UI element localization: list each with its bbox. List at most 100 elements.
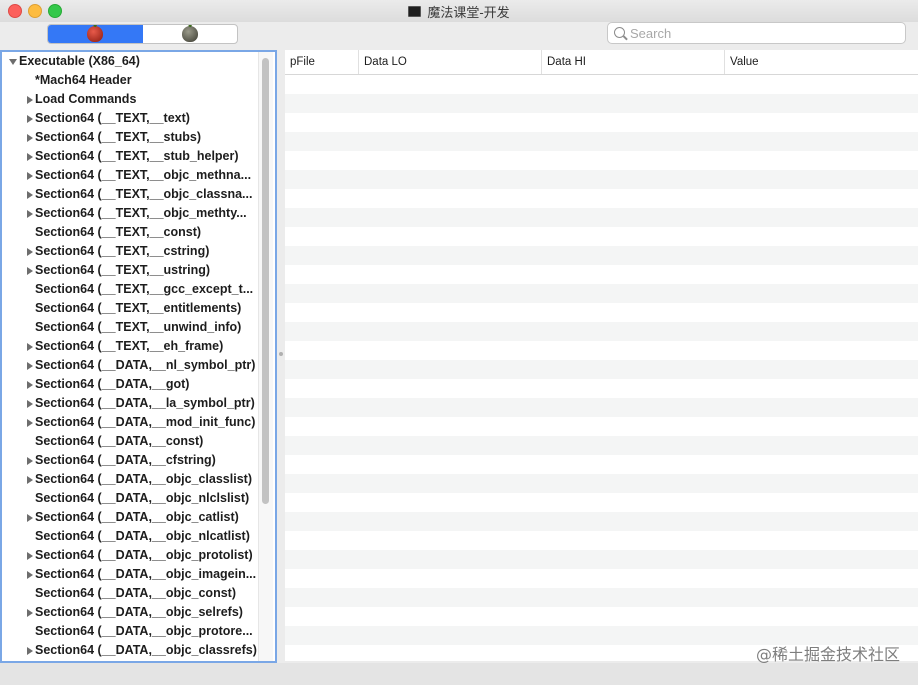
disclosure-triangle-icon[interactable] (27, 457, 33, 465)
tree-item[interactable]: Section64 (__TEXT,__entitlements) (2, 299, 275, 318)
tree-item[interactable]: Section64 (__DATA,__objc_nlclslist) (2, 489, 275, 508)
tree-item[interactable]: Section64 (__DATA,__objc_nlcatlist) (2, 527, 275, 546)
disclosure-triangle-icon[interactable] (27, 647, 33, 655)
table-row[interactable] (285, 379, 918, 398)
table-row[interactable] (285, 132, 918, 151)
tree-item[interactable]: Section64 (__TEXT,__gcc_except_t... (2, 280, 275, 299)
tree-item[interactable]: Section64 (__DATA,__got) (2, 375, 275, 394)
tree-item-label: Section64 (__TEXT,__unwind_info) (35, 320, 242, 334)
disclosure-triangle-icon[interactable] (27, 571, 33, 579)
table-row[interactable] (285, 474, 918, 493)
table-row[interactable] (285, 607, 918, 626)
column-header-pfile[interactable]: pFile (285, 50, 359, 74)
disclosure-triangle-icon[interactable] (27, 267, 33, 275)
tree-item[interactable]: Section64 (__DATA,__const) (2, 432, 275, 451)
tree-item[interactable]: Section64 (__DATA,__objc_imagein... (2, 565, 275, 584)
tree-item[interactable]: Section64 (__TEXT,__objc_methna... (2, 166, 275, 185)
tree-item-label: Section64 (__DATA,__mod_init_func) (35, 415, 256, 429)
tree-item[interactable]: Load Commands (2, 90, 275, 109)
disclosure-triangle-icon[interactable] (27, 400, 33, 408)
tree-item[interactable]: Section64 (__DATA,__objc_classlist) (2, 470, 275, 489)
tree-item[interactable]: *Mach64 Header (2, 71, 275, 90)
segment-apple-red[interactable] (48, 25, 143, 43)
table-header: pFile Data LO Data HI Value (285, 50, 918, 75)
table-row[interactable] (285, 569, 918, 588)
table-row[interactable] (285, 303, 918, 322)
disclosure-triangle-icon[interactable] (27, 476, 33, 484)
tree-item[interactable]: Section64 (__TEXT,__stub_helper) (2, 147, 275, 166)
table-row[interactable] (285, 550, 918, 569)
tree-item[interactable]: Section64 (__DATA,__objc_selrefs) (2, 603, 275, 622)
tree-scrollbar[interactable] (258, 52, 273, 661)
tree-item[interactable]: Section64 (__DATA,__objc_protore... (2, 622, 275, 641)
tree-item[interactable]: Section64 (__TEXT,__stubs) (2, 128, 275, 147)
tree-item[interactable]: Section64 (__TEXT,__eh_frame) (2, 337, 275, 356)
status-bar (0, 663, 918, 685)
table-row[interactable] (285, 531, 918, 550)
tree-item[interactable]: Section64 (__DATA,__mod_init_func) (2, 413, 275, 432)
tree-scrollbar-thumb[interactable] (262, 58, 269, 504)
table-row[interactable] (285, 493, 918, 512)
table-row[interactable] (285, 398, 918, 417)
table-row[interactable] (285, 512, 918, 531)
table-row[interactable] (285, 75, 918, 94)
column-header-data-lo[interactable]: Data LO (359, 50, 542, 74)
table-row[interactable] (285, 246, 918, 265)
tree-item[interactable]: Section64 (__TEXT,__unwind_info) (2, 318, 275, 337)
tree-item[interactable]: Section64 (__DATA,__objc_protolist) (2, 546, 275, 565)
disclosure-triangle-icon[interactable] (27, 609, 33, 617)
disclosure-triangle-icon[interactable] (27, 248, 33, 256)
table-row[interactable] (285, 189, 918, 208)
table-row[interactable] (285, 170, 918, 189)
tree-item[interactable]: Section64 (__DATA,__nl_symbol_ptr) (2, 356, 275, 375)
table-row[interactable] (285, 208, 918, 227)
tree-item[interactable]: Section64 (__TEXT,__ustring) (2, 261, 275, 280)
column-header-value[interactable]: Value (725, 50, 918, 74)
disclosure-triangle-icon[interactable] (27, 514, 33, 522)
table-row[interactable] (285, 94, 918, 113)
disclosure-triangle-expanded-icon[interactable] (9, 59, 17, 65)
tree-item[interactable]: Section64 (__TEXT,__objc_methty... (2, 204, 275, 223)
tree-item[interactable]: Section64 (__TEXT,__const) (2, 223, 275, 242)
tree-item[interactable]: Section64 (__TEXT,__text) (2, 109, 275, 128)
disclosure-triangle-icon[interactable] (27, 96, 33, 104)
disclosure-triangle-icon[interactable] (27, 381, 33, 389)
disclosure-triangle-icon[interactable] (27, 172, 33, 180)
table-row[interactable] (285, 341, 918, 360)
search-input[interactable] (630, 25, 900, 41)
table-row[interactable] (285, 151, 918, 170)
split-view-divider[interactable] (277, 50, 285, 663)
apple-gray-icon (181, 26, 198, 42)
disclosure-triangle-icon[interactable] (27, 343, 33, 351)
disclosure-triangle-icon[interactable] (27, 153, 33, 161)
disclosure-triangle-icon[interactable] (27, 552, 33, 560)
table-row[interactable] (285, 455, 918, 474)
table-row[interactable] (285, 227, 918, 246)
table-row[interactable] (285, 322, 918, 341)
tree-item[interactable]: Section64 (__DATA,__la_symbol_ptr) (2, 394, 275, 413)
table-row[interactable] (285, 417, 918, 436)
tree-item[interactable]: Section64 (__TEXT,__cstring) (2, 242, 275, 261)
table-row[interactable] (285, 265, 918, 284)
tree-item[interactable]: Section64 (__DATA,__objc_const) (2, 584, 275, 603)
divider-handle[interactable] (279, 352, 283, 356)
search-field[interactable] (607, 22, 906, 44)
table-row[interactable] (285, 113, 918, 132)
disclosure-triangle-icon[interactable] (27, 210, 33, 218)
table-row[interactable] (285, 436, 918, 455)
disclosure-triangle-icon[interactable] (27, 362, 33, 370)
tree-item[interactable]: Section64 (__DATA,__objc_catlist) (2, 508, 275, 527)
segment-apple-gray[interactable] (143, 25, 238, 43)
tree-root-executable[interactable]: Executable (X86_64) (2, 52, 275, 71)
disclosure-triangle-icon[interactable] (27, 115, 33, 123)
column-header-data-hi[interactable]: Data HI (542, 50, 725, 74)
disclosure-triangle-icon[interactable] (27, 191, 33, 199)
table-row[interactable] (285, 588, 918, 607)
disclosure-triangle-icon[interactable] (27, 134, 33, 142)
table-row[interactable] (285, 284, 918, 303)
tree-item[interactable]: Section64 (__DATA,__cfstring) (2, 451, 275, 470)
disclosure-triangle-icon[interactable] (27, 419, 33, 427)
table-row[interactable] (285, 360, 918, 379)
tree-item[interactable]: Section64 (__TEXT,__objc_classna... (2, 185, 275, 204)
tree-item[interactable]: Section64 (__DATA,__objc_classrefs) (2, 641, 275, 660)
